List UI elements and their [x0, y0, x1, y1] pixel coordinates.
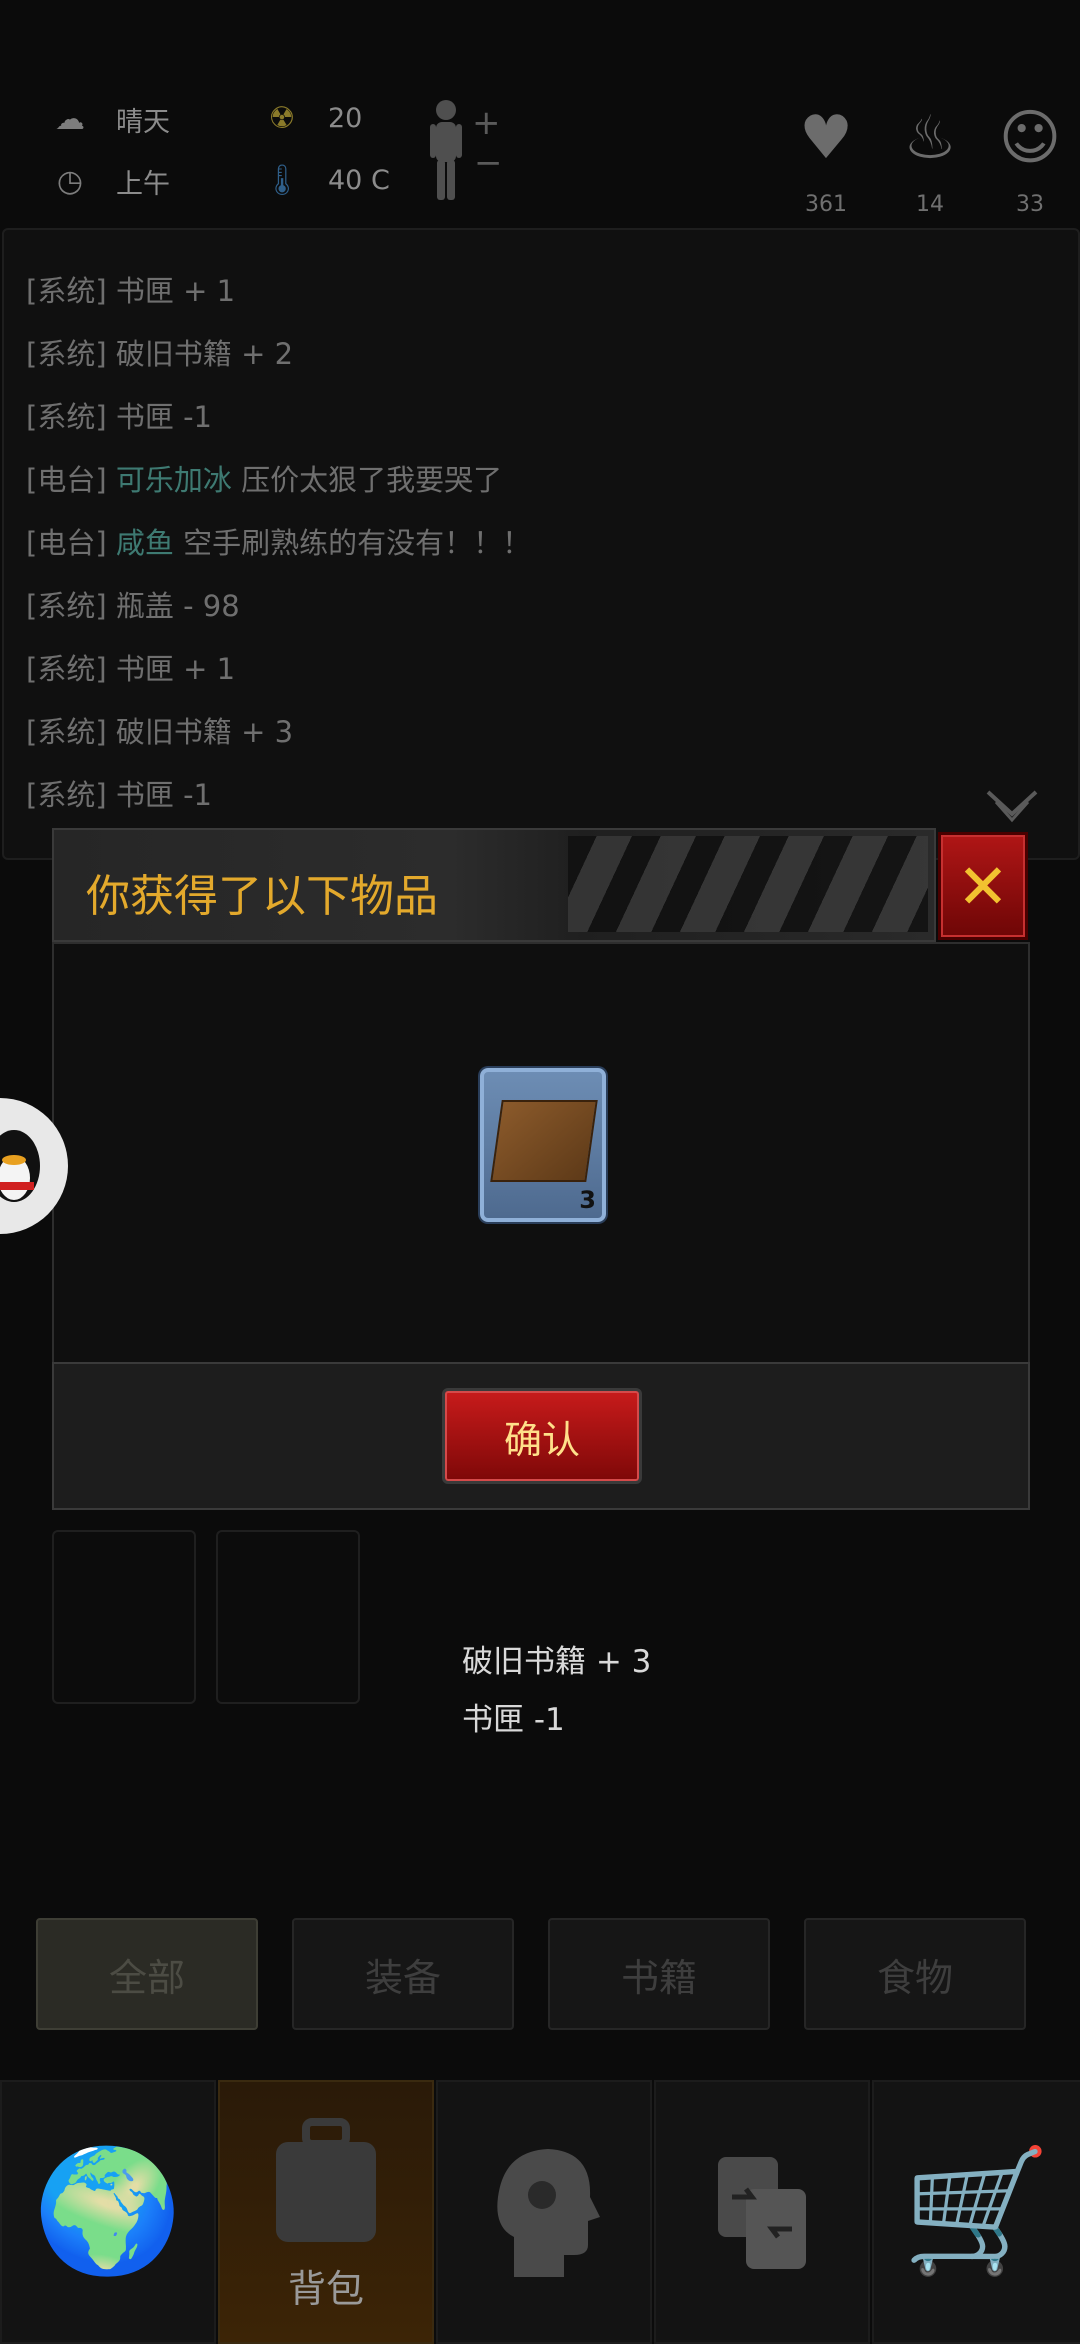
cloud-sun-icon: ☁ [55, 102, 85, 137]
weather-stat: ☁ 晴天 [52, 100, 170, 139]
thermometer-icon: 🌡 [262, 162, 302, 198]
brain-head-icon: ☺ [998, 103, 1062, 173]
filter-tab-food[interactable]: 食物 [804, 1918, 1026, 2030]
shopping-cart-icon: 🛒 [902, 2142, 1052, 2281]
reward-item-slot[interactable]: 3 [480, 1068, 606, 1222]
mind-value: 33 [1016, 192, 1044, 217]
stamina-stat: ♨ 14 [890, 88, 970, 217]
modal-title: 你获得了以下物品 [86, 871, 438, 922]
exchange-cards-icon [718, 2157, 806, 2269]
nav-skills[interactable] [436, 2080, 652, 2344]
radiation-icon: ☢ [268, 100, 296, 136]
suitcase-icon [276, 2117, 376, 2242]
result-line: 破旧书籍 + 3 [462, 1644, 652, 1680]
inventory-slot[interactable] [52, 1530, 196, 1704]
log-line: [电台] 可乐加冰 压价太狠了我要哭了 [26, 463, 503, 497]
clock-icon: ◷ [56, 164, 84, 199]
expand-log-button[interactable] [982, 786, 1042, 826]
time-stat: ◷ 上午 [52, 162, 170, 201]
svg-text:−: − [474, 143, 503, 183]
log-line: [系统] 书匣 + 1 [26, 274, 236, 308]
reward-items-area: 3 [52, 942, 1030, 1364]
log-line: [电台] 咸鱼 空手刷熟练的有没有！！！ [26, 526, 532, 560]
modal-header: 你获得了以下物品 [52, 828, 936, 942]
message-log[interactable]: [系统] 书匣 + 1 [系统] 破旧书籍 + 2 [系统] 书匣 -1 [电台… [2, 228, 1080, 860]
radiation-stat: ☢ 20 [264, 100, 363, 136]
nav-backpack[interactable]: 背包 [218, 2080, 434, 2344]
inventory-slot[interactable] [216, 1530, 360, 1704]
nav-backpack-label: 背包 [287, 2266, 364, 2311]
book-crate-icon [490, 1100, 598, 1182]
log-line: [系统] 书匣 -1 [26, 400, 212, 434]
nav-shop[interactable]: 🛒 [872, 2080, 1080, 2344]
filter-tab-all[interactable]: 全部 [36, 1918, 258, 2030]
temperature-value: 40 C [328, 164, 390, 196]
nav-trade[interactable] [654, 2080, 870, 2344]
body-plus-minus-icon: + − [430, 100, 503, 200]
mind-stat: ☺ 33 [990, 88, 1070, 217]
chevron-down-icon [986, 790, 1038, 823]
temperature-stat: 🌡 40 C [262, 162, 390, 198]
log-line: [系统] 瓶盖 - 98 [26, 589, 240, 623]
nav-map[interactable]: 🌍 [0, 2080, 216, 2344]
filter-tab-equipment[interactable]: 装备 [292, 1918, 514, 2030]
confirm-button[interactable]: 确认 [442, 1388, 642, 1484]
heart-icon: ♥ [799, 103, 853, 173]
log-line: [系统] 书匣 + 1 [26, 652, 236, 686]
globe-icon: 🌍 [33, 2142, 183, 2281]
close-icon: ✕ [957, 849, 1009, 923]
time-label: 上午 [116, 169, 170, 200]
weather-label: 晴天 [116, 107, 170, 138]
head-gears-icon [497, 2149, 600, 2277]
log-line: [系统] 破旧书籍 + 2 [26, 337, 294, 371]
filter-tab-books[interactable]: 书籍 [548, 1918, 770, 2030]
svg-text:+: + [472, 103, 501, 143]
character-body-button[interactable]: + − [424, 96, 504, 206]
result-line: 书匣 -1 [462, 1702, 565, 1738]
close-button[interactable]: ✕ [938, 832, 1028, 940]
health-value: 361 [805, 192, 847, 217]
log-line: [系统] 书匣 -1 [26, 778, 212, 812]
modal-footer: 确认 [52, 1362, 1030, 1510]
steam-icon: ♨ [903, 103, 957, 173]
stamina-value: 14 [916, 192, 944, 217]
log-line: [系统] 破旧书籍 + 3 [26, 715, 294, 749]
health-stat: ♥ 361 [786, 88, 866, 217]
hazard-stripes [568, 836, 928, 932]
radiation-value: 20 [328, 102, 363, 134]
item-count: 3 [579, 1186, 596, 1214]
